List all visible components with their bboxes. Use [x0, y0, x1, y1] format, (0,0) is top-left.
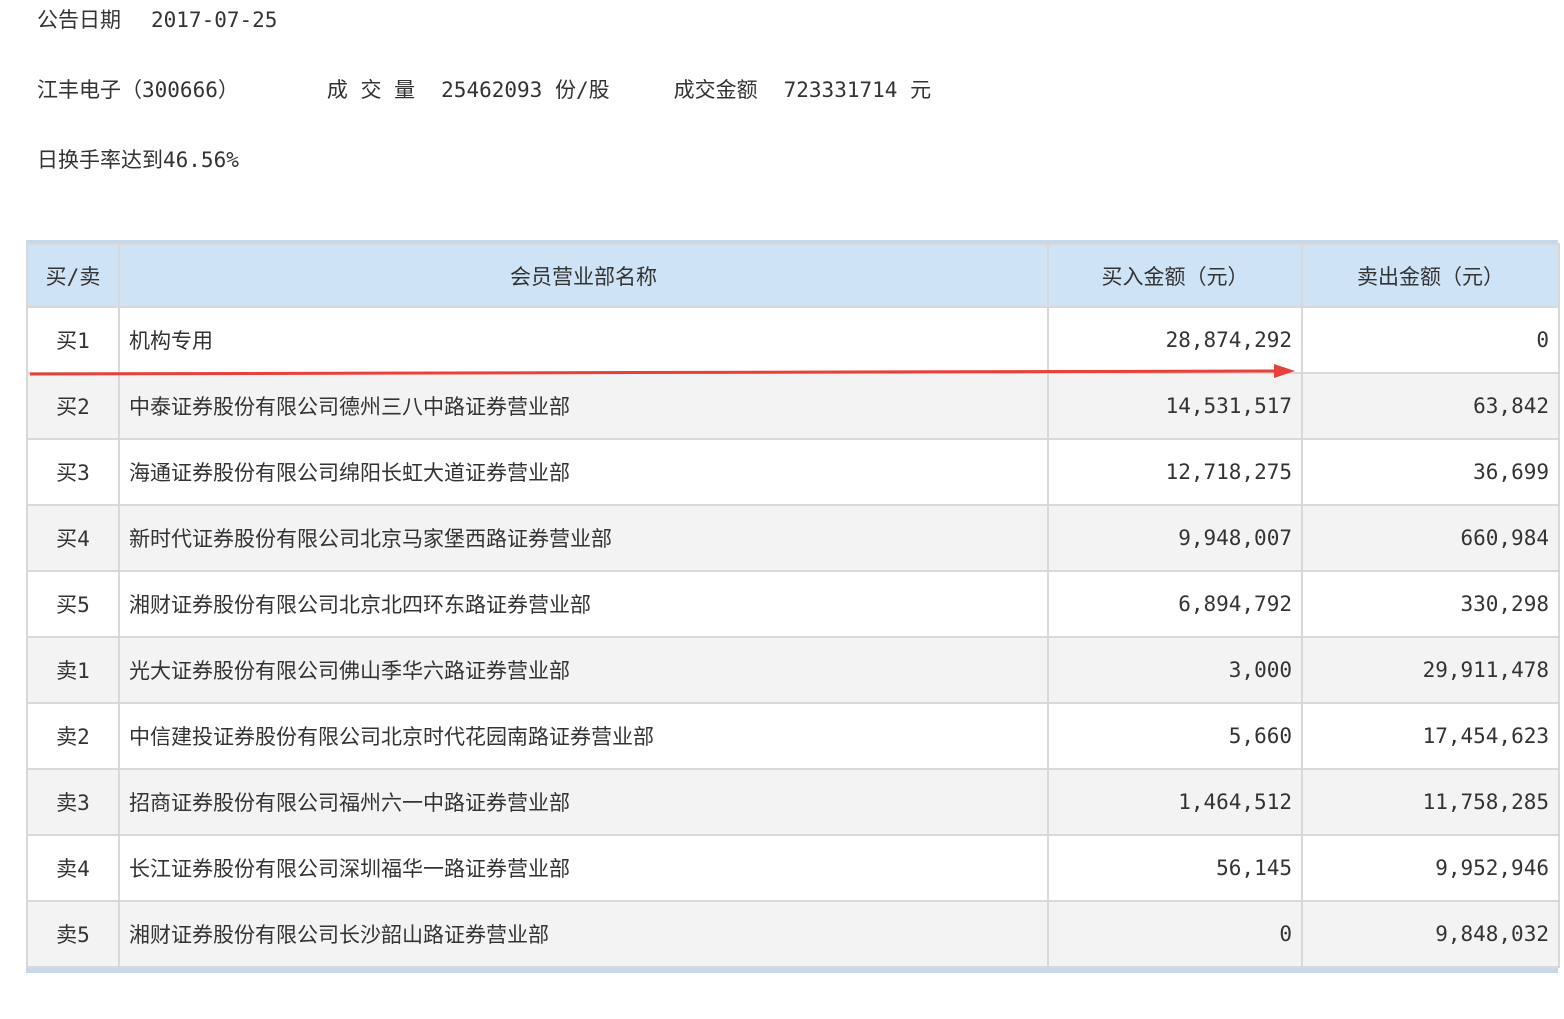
amount-label: 成交金额 — [673, 78, 758, 102]
row-buy: 1,464,512 — [1047, 768, 1303, 836]
table-row: 买1 机构专用 28,874,292 0 — [26, 306, 1560, 374]
row-buy: 56,145 — [1047, 834, 1303, 902]
table-header: 买/卖 会员营业部名称 买入金额（元） 卖出金额（元） — [26, 243, 1560, 308]
column-header-sell: 卖出金额（元） — [1301, 243, 1560, 308]
row-buy: 9,948,007 — [1047, 504, 1303, 572]
table-row: 卖5 湘财证券股份有限公司长沙韶山路证券营业部 0 9,848,032 — [26, 900, 1560, 968]
table-row: 买4 新时代证券股份有限公司北京马家堡西路证券营业部 9,948,007 660… — [26, 504, 1560, 572]
row-sell: 660,984 — [1301, 504, 1560, 572]
trading-table: 买/卖 会员营业部名称 买入金额（元） 卖出金额（元） 买1 机构专用 28,8… — [26, 243, 1560, 968]
volume-label: 成 交 量 — [326, 78, 416, 102]
row-name: 海通证券股份有限公司绵阳长虹大道证券营业部 — [118, 438, 1049, 506]
table-row: 卖1 光大证券股份有限公司佛山季华六路证券营业部 3,000 29,911,47… — [26, 636, 1560, 704]
row-side: 买1 — [26, 306, 120, 374]
volume-value: 25462093 — [441, 78, 543, 102]
row-name: 机构专用 — [118, 306, 1049, 374]
row-name: 新时代证券股份有限公司北京马家堡西路证券营业部 — [118, 504, 1049, 572]
row-side: 买4 — [26, 504, 120, 572]
row-side: 买2 — [26, 372, 120, 440]
row-buy: 3,000 — [1047, 636, 1303, 704]
column-header-side: 买/卖 — [26, 243, 120, 308]
volume-unit: 份/股 — [554, 78, 610, 102]
row-side: 卖1 — [26, 636, 120, 704]
row-name: 招商证券股份有限公司福州六一中路证券营业部 — [118, 768, 1049, 836]
announcement-date-line: 公告日期 2017-07-25 — [37, 4, 277, 34]
row-sell: 0 — [1301, 306, 1560, 374]
amount-value: 723331714 — [783, 78, 898, 102]
row-name: 长江证券股份有限公司深圳福华一路证券营业部 — [118, 834, 1049, 902]
stock-name: 江丰电子（300666） — [37, 78, 239, 102]
table-row: 买2 中泰证券股份有限公司德州三八中路证券营业部 14,531,517 63,8… — [26, 372, 1560, 440]
row-side: 卖2 — [26, 702, 120, 770]
column-header-name: 会员营业部名称 — [118, 243, 1049, 308]
row-side: 买5 — [26, 570, 120, 638]
table-row: 买3 海通证券股份有限公司绵阳长虹大道证券营业部 12,718,275 36,6… — [26, 438, 1560, 506]
row-name: 湘财证券股份有限公司长沙韶山路证券营业部 — [118, 900, 1049, 968]
column-header-buy: 买入金额（元） — [1047, 243, 1303, 308]
row-name: 湘财证券股份有限公司北京北四环东路证券营业部 — [118, 570, 1049, 638]
row-name: 中信建投证券股份有限公司北京时代花园南路证券营业部 — [118, 702, 1049, 770]
row-sell: 17,454,623 — [1301, 702, 1560, 770]
row-sell: 9,952,946 — [1301, 834, 1560, 902]
row-sell: 11,758,285 — [1301, 768, 1560, 836]
row-sell: 9,848,032 — [1301, 900, 1560, 968]
row-side: 卖4 — [26, 834, 120, 902]
row-name: 中泰证券股份有限公司德州三八中路证券营业部 — [118, 372, 1049, 440]
row-sell: 330,298 — [1301, 570, 1560, 638]
row-side: 买3 — [26, 438, 120, 506]
date-value: 2017-07-25 — [151, 8, 278, 32]
row-sell: 29,911,478 — [1301, 636, 1560, 704]
table-body: 买1 机构专用 28,874,292 0 买2 中泰证券股份有限公司德州三八中路… — [26, 306, 1560, 968]
row-sell: 36,699 — [1301, 438, 1560, 506]
row-buy: 0 — [1047, 900, 1303, 968]
table-row: 卖3 招商证券股份有限公司福州六一中路证券营业部 1,464,512 11,75… — [26, 768, 1560, 836]
row-side: 卖5 — [26, 900, 120, 968]
table-row: 卖4 长江证券股份有限公司深圳福华一路证券营业部 56,145 9,952,94… — [26, 834, 1560, 902]
row-side: 卖3 — [26, 768, 120, 836]
table-header-row: 买/卖 会员营业部名称 买入金额（元） 卖出金额（元） — [26, 243, 1560, 308]
row-buy: 5,660 — [1047, 702, 1303, 770]
row-buy: 14,531,517 — [1047, 372, 1303, 440]
turnover-line: 日换手率达到46.56% — [37, 148, 239, 172]
row-buy: 6,894,792 — [1047, 570, 1303, 638]
row-buy: 12,718,275 — [1047, 438, 1303, 506]
row-buy: 28,874,292 — [1047, 306, 1303, 374]
row-name: 光大证券股份有限公司佛山季华六路证券营业部 — [118, 636, 1049, 704]
amount-unit: 元 — [910, 78, 932, 102]
row-sell: 63,842 — [1301, 372, 1560, 440]
trading-table-container: 买/卖 会员营业部名称 买入金额（元） 卖出金额（元） 买1 机构专用 28,8… — [26, 240, 1560, 973]
date-label: 公告日期 — [37, 8, 121, 32]
trade-summary-line: 江丰电子（300666） 成 交 量 25462093 份/股 成交金额 7233317… — [37, 74, 931, 104]
table-row: 买5 湘财证券股份有限公司北京北四环东路证券营业部 6,894,792 330,… — [26, 570, 1560, 638]
table-row: 卖2 中信建投证券股份有限公司北京时代花园南路证券营业部 5,660 17,45… — [26, 702, 1560, 770]
